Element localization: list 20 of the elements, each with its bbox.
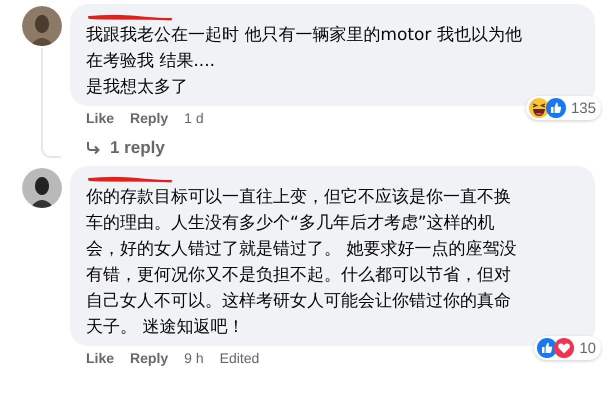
laughing-emoji-icon (528, 98, 549, 118)
avatar[interactable] (22, 168, 62, 208)
timestamp[interactable]: 1 d (184, 110, 204, 126)
comment-text: 你的存款目标可以一直往上变，但它不应该是你一直不换 车的理由。人生没有多少个“多几年后才考虑”这样的机 会，好的女人错过了就是错过了。 她要求好一点的座驾没 有错，更何况你又不是负担不起。什么都可以节省，但对 自己女人不可以。这样考研女人可能会让你错过你的真命 天子。 迷途知返吧！ (86, 186, 518, 339)
reaction-count: 135 (570, 100, 596, 116)
reply-link[interactable]: Reply (130, 110, 168, 126)
like-link[interactable]: Like (86, 110, 114, 126)
reply-link[interactable]: Reply (130, 350, 168, 366)
reaction-count: 10 (579, 340, 596, 356)
view-replies-link[interactable]: 1 reply (86, 138, 165, 158)
reply-arrow-icon (86, 141, 102, 155)
avatar[interactable] (22, 6, 62, 46)
reaction-summary[interactable]: 10 (534, 336, 601, 360)
reaction-summary[interactable]: 135 (526, 96, 601, 120)
comment-text: 我跟我老公在一起时 他只有一辆家里的motor 我也以为他 在考验我 结果.... 是我想太多了 (86, 24, 523, 99)
edited-label: Edited (220, 350, 260, 366)
like-link[interactable]: Like (86, 350, 114, 366)
timestamp[interactable]: 9 h (184, 350, 204, 366)
thumbs-up-icon (546, 98, 566, 118)
thumbs-up-icon (537, 338, 558, 358)
